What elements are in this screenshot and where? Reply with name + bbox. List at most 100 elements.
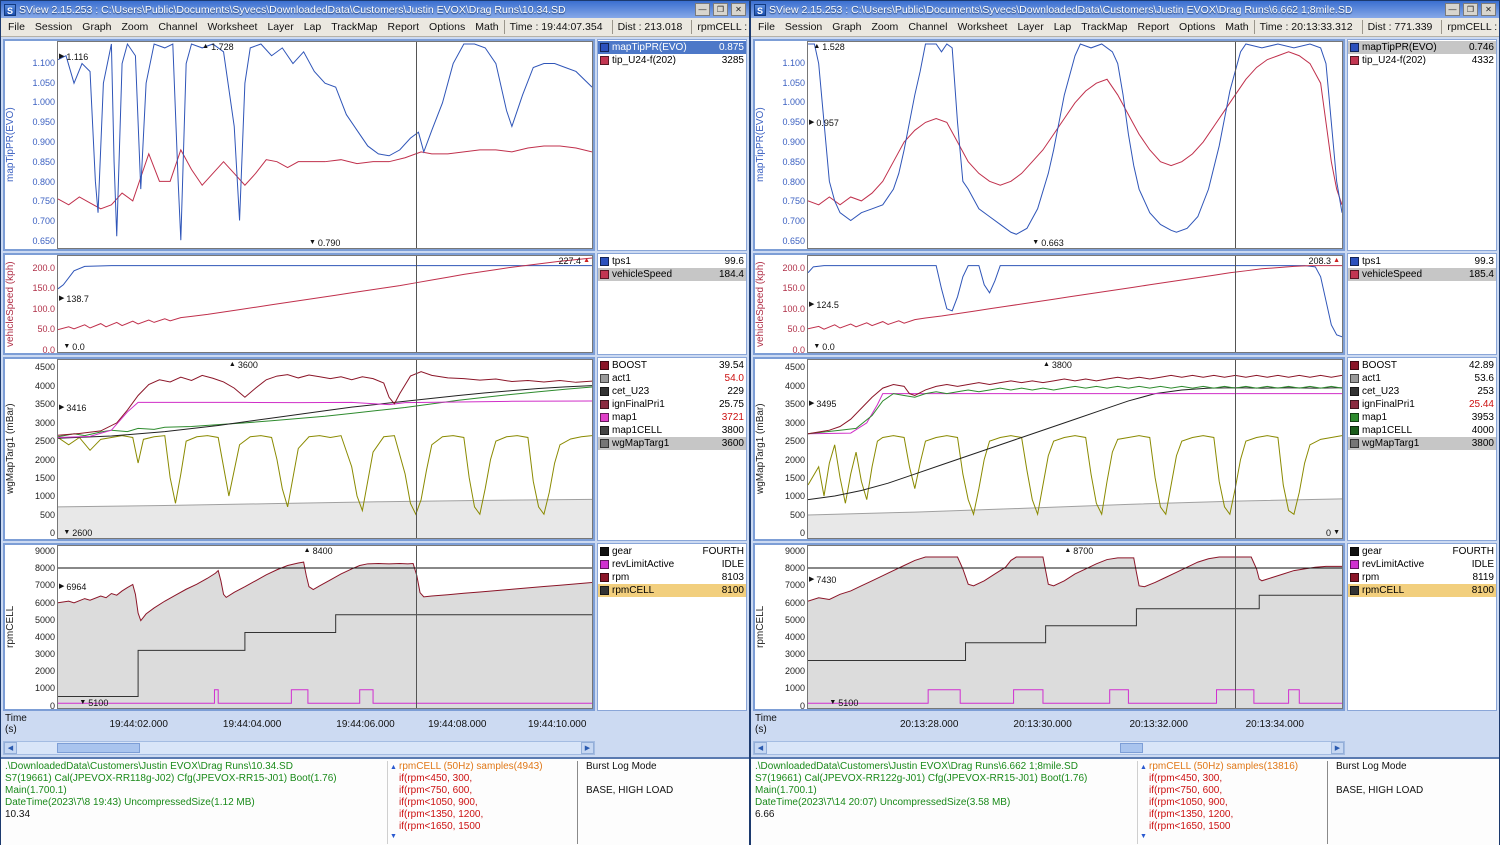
y-tick-label: 0.700 [32, 216, 55, 226]
legend-item[interactable]: vehicleSpeed185.4 [1348, 268, 1496, 281]
legend-item[interactable]: ignFinalPri125.75 [598, 398, 746, 411]
menu-zoom[interactable]: Zoom [866, 19, 903, 35]
legend-item[interactable]: revLimitActiveIDLE [1348, 558, 1496, 571]
y-tick-label: 4000 [785, 381, 805, 391]
legend-item[interactable]: rpm8103 [598, 571, 746, 584]
legend-item[interactable]: wgMapTarg13800 [1348, 437, 1496, 450]
y-tick-label: 1.000 [32, 97, 55, 107]
menu-math[interactable]: Math [470, 19, 503, 35]
down-triangle-icon[interactable]: ▼ [390, 831, 397, 843]
horizontal-scrollbar[interactable]: ◀ ▶ [753, 741, 1345, 755]
legend-item[interactable]: rpm8119 [1348, 571, 1496, 584]
legend-item[interactable]: gearFOURTH [598, 545, 746, 558]
channel-spinner[interactable]: ▲▼ [387, 761, 399, 844]
legend-item[interactable]: rpmCELL8100 [598, 584, 746, 597]
legend-item[interactable]: map1CELL3800 [598, 424, 746, 437]
menu-layer[interactable]: Layer [1012, 19, 1048, 35]
legend-item[interactable]: gearFOURTH [1348, 545, 1496, 558]
maximize-button[interactable]: ❐ [713, 3, 728, 16]
scroll-thumb[interactable] [1120, 743, 1144, 753]
menu-session[interactable]: Session [30, 19, 77, 35]
legend-item[interactable]: BOOST39.54 [598, 359, 746, 372]
menu-file[interactable]: File [753, 19, 780, 35]
y-tick-label: 2500 [785, 436, 805, 446]
legend-item[interactable]: act153.6 [1348, 372, 1496, 385]
legend-item[interactable]: map1CELL4000 [1348, 424, 1496, 437]
legend-item[interactable]: map13721 [598, 411, 746, 424]
legend-item[interactable]: BOOST42.89 [1348, 359, 1496, 372]
minimize-button[interactable]: — [695, 3, 710, 16]
up-triangle-icon[interactable]: ▲ [390, 762, 397, 774]
legend-item[interactable]: vehicleSpeed184.4 [598, 268, 746, 281]
legend-item[interactable]: cet_U23253 [1348, 385, 1496, 398]
channel-spinner[interactable]: ▲▼ [1137, 761, 1149, 844]
legend-item[interactable]: mapTipPR(EVO)0.875 [598, 41, 746, 54]
titlebar[interactable]: S SView 2.15.253 : C:\Users\Public\Docum… [1, 1, 749, 18]
legend-item[interactable]: tps199.6 [598, 255, 746, 268]
menu-graph[interactable]: Graph [827, 19, 866, 35]
wgmaptarg-plot[interactable]: ▶3495 ▲3800 0▼ [807, 359, 1343, 539]
menu-lap[interactable]: Lap [299, 19, 327, 35]
legend-item[interactable]: map13953 [1348, 411, 1496, 424]
legend-item[interactable]: mapTipPR(EVO)0.746 [1348, 41, 1496, 54]
y-tick-label: 1000 [35, 683, 55, 693]
menu-graph[interactable]: Graph [77, 19, 116, 35]
scroll-left-arrow[interactable]: ◀ [754, 742, 767, 754]
rpmcell-plot[interactable]: ▶7430 ▲8700 ▼5100 [807, 545, 1343, 709]
legend-item[interactable]: ignFinalPri125.44 [1348, 398, 1496, 411]
y-tick-label: 2000 [785, 455, 805, 465]
min-marker: ▼0.0 [813, 342, 834, 352]
menu-math[interactable]: Math [1220, 19, 1253, 35]
maptippr-plot[interactable]: ▶0.957 ▲1.528 ▼0.663 [807, 41, 1343, 249]
legend-item[interactable]: wgMapTarg13600 [598, 437, 746, 450]
y-tick-label: 0.700 [782, 216, 805, 226]
y-tick-label: 0.650 [32, 236, 55, 246]
legend-item[interactable]: tip_U24-f(202)4332 [1348, 54, 1496, 67]
rpmcell-plot[interactable]: ▶6964 ▲8400 ▼5100 [57, 545, 593, 709]
menu-zoom[interactable]: Zoom [116, 19, 153, 35]
y-axis: mapTipPR(EVO) 1.1001.0501.0000.9500.9000… [755, 41, 807, 249]
horizontal-scrollbar[interactable]: ◀ ▶ [3, 741, 595, 755]
menu-report[interactable]: Report [383, 19, 425, 35]
menu-worksheet[interactable]: Worksheet [952, 19, 1012, 35]
series-swatch [600, 361, 609, 370]
legend-item[interactable]: rpmCELL8100 [1348, 584, 1496, 597]
minimize-button[interactable]: — [1445, 3, 1460, 16]
menu-options[interactable]: Options [424, 19, 470, 35]
menu-trackmap[interactable]: TrackMap [326, 19, 382, 35]
scroll-left-arrow[interactable]: ◀ [4, 742, 17, 754]
vehiclespeed-plot[interactable]: ▶124.5 208.3▲ ▼0.0 [807, 255, 1343, 353]
menu-layer[interactable]: Layer [262, 19, 298, 35]
menu-file[interactable]: File [3, 19, 30, 35]
close-button[interactable]: ✕ [1481, 3, 1496, 16]
menu-options[interactable]: Options [1174, 19, 1220, 35]
wgmaptarg-plot[interactable]: ▶3416 ▲3600 ▼2600 [57, 359, 593, 539]
menu-trackmap[interactable]: TrackMap [1076, 19, 1132, 35]
titlebar[interactable]: S SView 2.15.253 : C:\Users\Public\Docum… [751, 1, 1499, 18]
down-triangle-icon[interactable]: ▼ [1140, 831, 1147, 843]
maximize-button[interactable]: ❐ [1463, 3, 1478, 16]
legend-item[interactable]: cet_U23229 [598, 385, 746, 398]
legend-item[interactable]: tip_U24-f(202)3285 [598, 54, 746, 67]
menu-lap[interactable]: Lap [1049, 19, 1077, 35]
menu-report[interactable]: Report [1133, 19, 1175, 35]
y-tick-label: 200.0 [782, 263, 805, 273]
menu-channel[interactable]: Channel [903, 19, 952, 35]
app-icon: S [4, 4, 16, 16]
cursor-line [416, 360, 417, 538]
scroll-right-arrow[interactable]: ▶ [581, 742, 594, 754]
maptippr-plot[interactable]: ▶1.116 ▲1.728 ▼0.790 [57, 41, 593, 249]
channel-header: rpmCELL (50Hz) samples(4943) [399, 761, 577, 773]
scroll-right-arrow[interactable]: ▶ [1331, 742, 1344, 754]
up-triangle-icon[interactable]: ▲ [1140, 762, 1147, 774]
menu-channel[interactable]: Channel [153, 19, 202, 35]
legend-item[interactable]: tps199.3 [1348, 255, 1496, 268]
menu-session[interactable]: Session [780, 19, 827, 35]
vehiclespeed-plot[interactable]: ▶138.7 227.4▲ ▼0.0 [57, 255, 593, 353]
scroll-thumb[interactable] [57, 743, 140, 753]
legend-item[interactable]: revLimitActiveIDLE [598, 558, 746, 571]
cursor-line [416, 546, 417, 708]
close-button[interactable]: ✕ [731, 3, 746, 16]
menu-worksheet[interactable]: Worksheet [202, 19, 262, 35]
legend-item[interactable]: act154.0 [598, 372, 746, 385]
